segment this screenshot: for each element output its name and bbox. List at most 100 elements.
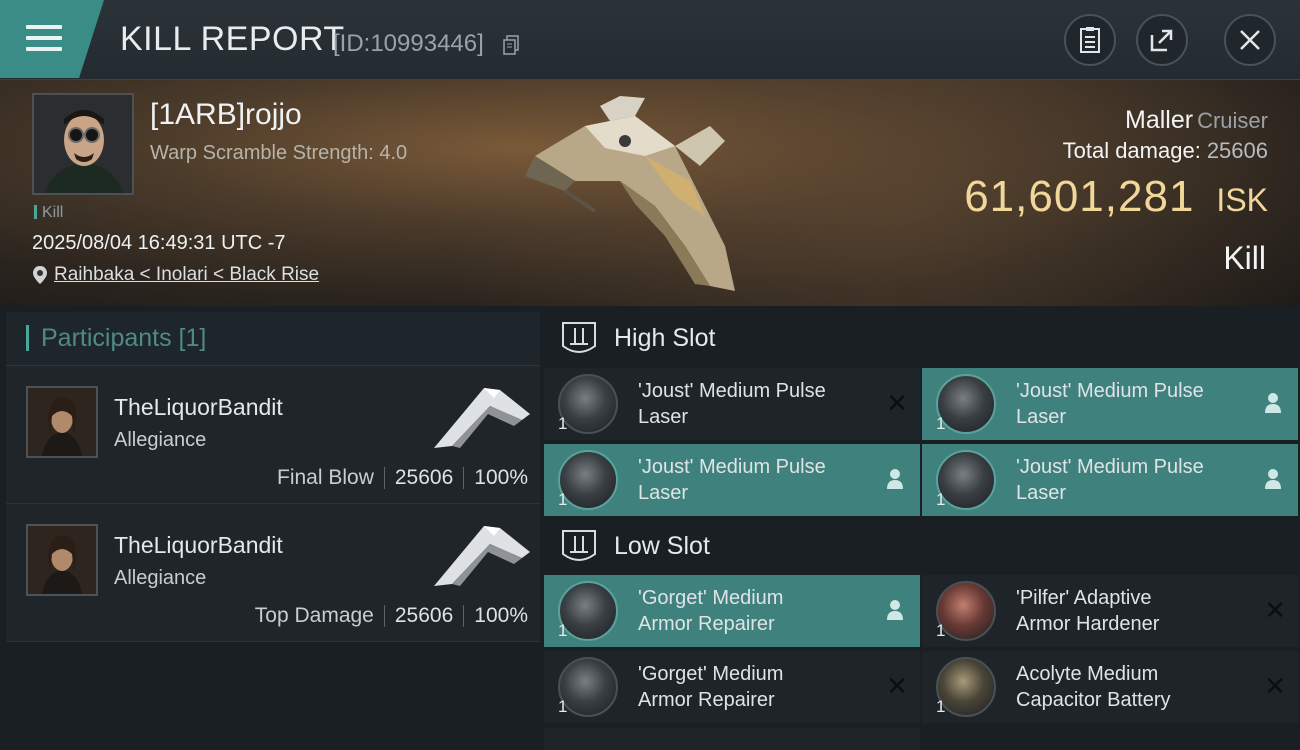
person-icon bbox=[1265, 469, 1281, 489]
module-item[interactable]: 1 Acolyte Medium Capacitor Battery ✕ bbox=[922, 651, 1298, 723]
module-name: 'Joust' Medium Pulse Laser bbox=[638, 456, 826, 504]
result-label: Kill bbox=[1223, 240, 1266, 276]
participant-role: Final Blow bbox=[277, 466, 374, 489]
avatar-image bbox=[28, 526, 96, 594]
module-item[interactable]: 1 'Joust' Medium Pulse Laser bbox=[922, 444, 1298, 516]
module-name: Acolyte Medium Capacitor Battery bbox=[1016, 663, 1171, 711]
header-accent-bar bbox=[26, 325, 29, 351]
kill-location[interactable]: Raihbaka < Inolari < Black Rise bbox=[32, 264, 319, 286]
kill-summary-panel: [1ARB]rojjo Warp Scramble Strength: 4.0 … bbox=[0, 80, 1300, 306]
isk-unit: ISK bbox=[1216, 182, 1268, 218]
module-name: 'Joust' Medium Pulse Laser bbox=[1016, 380, 1204, 428]
warp-scramble-text: Warp Scramble Strength: 4.0 bbox=[150, 142, 408, 164]
report-id: [ID:10993446] bbox=[333, 30, 484, 57]
kill-tag: Kill bbox=[34, 204, 63, 222]
close-button[interactable] bbox=[1224, 14, 1276, 66]
divider bbox=[383, 467, 385, 489]
module-qty: 1 bbox=[936, 490, 946, 509]
ship-name[interactable]: Maller bbox=[1125, 106, 1193, 134]
module-item-partial[interactable] bbox=[544, 728, 920, 750]
ship-class: Cruiser bbox=[1197, 108, 1268, 133]
module-name: 'Pilfer' Adaptive Armor Hardener bbox=[1016, 587, 1160, 635]
close-icon bbox=[1240, 30, 1260, 50]
participant-percent: 100% bbox=[474, 604, 528, 627]
module-name: 'Gorget' Medium Armor Repairer bbox=[638, 663, 784, 711]
module-name: 'Joust' Medium Pulse Laser bbox=[638, 380, 826, 428]
module-qty: 1 bbox=[558, 414, 568, 433]
module-qty: 1 bbox=[936, 697, 946, 716]
low-slot-title: Low Slot bbox=[614, 532, 710, 560]
participant-percent: 100% bbox=[474, 466, 528, 489]
participant-avatar[interactable] bbox=[26, 524, 98, 596]
participant-stats: Final Blow 25606 100% bbox=[277, 466, 528, 490]
module-item[interactable]: 1 'Gorget' Medium Armor Repairer bbox=[544, 575, 920, 647]
person-icon bbox=[1265, 393, 1281, 413]
slot-icon bbox=[562, 322, 596, 353]
module-qty: 1 bbox=[558, 697, 568, 716]
participants-title: Participants [1] bbox=[41, 324, 207, 352]
isk-value-line: 61,601,281 ISK bbox=[964, 172, 1268, 222]
clipboard-button[interactable] bbox=[1064, 14, 1116, 66]
module-name: 'Joust' Medium Pulse Laser bbox=[1016, 456, 1204, 504]
participant-role: Top Damage bbox=[254, 604, 374, 627]
destroyed-x-icon: ✕ bbox=[1264, 595, 1286, 625]
location-pin-icon bbox=[33, 266, 47, 284]
participant-name[interactable]: TheLiquorBandit bbox=[114, 394, 283, 421]
module-qty: 1 bbox=[558, 490, 568, 509]
share-icon bbox=[1150, 29, 1173, 52]
participant-ship-image bbox=[434, 388, 530, 448]
module-qty: 1 bbox=[936, 621, 946, 640]
high-slot-title: High Slot bbox=[614, 324, 716, 352]
participants-header[interactable]: Participants [1] bbox=[6, 312, 540, 366]
person-icon bbox=[887, 469, 903, 489]
participant-row[interactable]: TheLiquorBandit Allegiance Final Blow 25… bbox=[6, 366, 540, 504]
victim-ship-image bbox=[525, 96, 735, 291]
divider bbox=[383, 605, 385, 627]
total-damage: Total damage: 25606 bbox=[1063, 138, 1268, 164]
participants-panel: Participants [1] TheLiquorBandit Allegia… bbox=[6, 312, 540, 750]
participant-row[interactable]: TheLiquorBandit Allegiance Top Damage 25… bbox=[6, 504, 540, 642]
slot-icon bbox=[562, 530, 596, 561]
avatar-image bbox=[28, 388, 96, 456]
total-damage-value: 25606 bbox=[1206, 138, 1268, 163]
participant-stats: Top Damage 25606 100% bbox=[255, 604, 528, 628]
participant-ship-image bbox=[434, 526, 530, 586]
header-bar: KILL REPORT [ID:10993446] bbox=[0, 0, 1300, 80]
divider bbox=[463, 467, 465, 489]
low-slot-header: Low Slot bbox=[544, 520, 1300, 574]
module-item[interactable]: 1 'Pilfer' Adaptive Armor Hardener ✕ bbox=[922, 575, 1298, 647]
copy-icon[interactable] bbox=[503, 35, 519, 55]
ship-type: Maller Cruiser bbox=[1125, 106, 1268, 135]
total-damage-label: Total damage: bbox=[1062, 138, 1201, 163]
divider bbox=[463, 605, 465, 627]
clipboard-icon bbox=[1080, 27, 1100, 53]
participant-corp[interactable]: Allegiance bbox=[114, 429, 206, 452]
destroyed-x-icon: ✕ bbox=[886, 388, 908, 418]
module-item[interactable]: 1 'Joust' Medium Pulse Laser bbox=[544, 444, 920, 516]
victim-name[interactable]: [1ARB]rojjo bbox=[150, 98, 302, 132]
person-icon bbox=[887, 600, 903, 620]
participant-avatar[interactable] bbox=[26, 386, 98, 458]
menu-icon bbox=[26, 25, 62, 51]
share-button[interactable] bbox=[1136, 14, 1188, 66]
page-title: KILL REPORT bbox=[120, 20, 345, 58]
portrait-image bbox=[34, 95, 132, 193]
participant-damage: 25606 bbox=[394, 466, 454, 489]
module-item[interactable]: 1 'Gorget' Medium Armor Repairer ✕ bbox=[544, 651, 920, 723]
destroyed-x-icon: ✕ bbox=[1264, 671, 1286, 701]
participant-damage: 25606 bbox=[394, 604, 454, 627]
kill-datetime: 2025/08/04 16:49:31 UTC -7 bbox=[32, 232, 286, 254]
destroyed-x-icon: ✕ bbox=[886, 671, 908, 701]
participant-name[interactable]: TheLiquorBandit bbox=[114, 532, 283, 559]
module-qty: 1 bbox=[936, 414, 946, 433]
victim-portrait[interactable] bbox=[32, 93, 134, 195]
module-item[interactable]: 1 'Joust' Medium Pulse Laser ✕ bbox=[544, 368, 920, 440]
high-slot-header: High Slot bbox=[544, 312, 1300, 366]
module-name: 'Gorget' Medium Armor Repairer bbox=[638, 587, 784, 635]
isk-value: 61,601,281 bbox=[964, 172, 1195, 221]
participant-corp[interactable]: Allegiance bbox=[114, 567, 206, 590]
menu-button[interactable] bbox=[0, 0, 104, 78]
module-qty: 1 bbox=[558, 621, 568, 640]
module-item[interactable]: 1 'Joust' Medium Pulse Laser bbox=[922, 368, 1298, 440]
location-link[interactable]: Raihbaka < Inolari < Black Rise bbox=[54, 264, 319, 286]
